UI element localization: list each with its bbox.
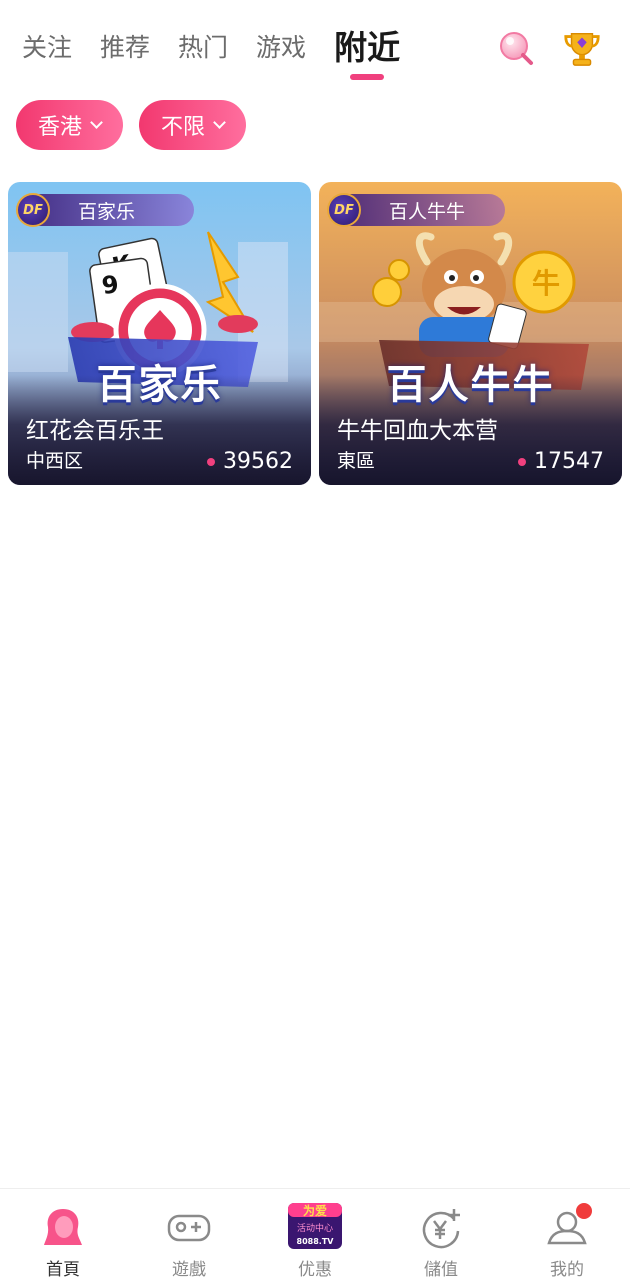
top-tab-bar: 关注 推荐 热门 游戏 附近 — [22, 22, 428, 80]
region-filter-chip[interactable]: 香港 — [16, 100, 124, 150]
promo-banner-sub: 活动中心 — [297, 1222, 333, 1234]
tab-hot[interactable]: 热门 — [178, 22, 228, 74]
nav-promo-label: 优惠 — [298, 1260, 332, 1280]
room-card[interactable]: K 9 百家乐 DF 百家乐 红花会百乐王 中西区 39562 — [8, 182, 311, 485]
room-name: 牛牛回血大本营 — [337, 418, 498, 444]
home-girl-icon — [40, 1205, 86, 1251]
room-card-grid: K 9 百家乐 DF 百家乐 红花会百乐王 中西区 39562 — [8, 182, 622, 485]
game-tag: DF 百家乐 — [16, 193, 194, 227]
game-tag-label: 百家乐 — [78, 200, 136, 223]
viewer-count: 39562 — [207, 449, 293, 474]
nav-games[interactable]: 遊戲 — [134, 1189, 244, 1280]
gamepad-icon — [166, 1205, 212, 1251]
viewer-count-value: 39562 — [223, 449, 293, 474]
live-dot-icon — [207, 457, 215, 466]
df-logo-icon: DF — [16, 193, 50, 227]
promo-banner-text: 为爱 — [303, 1203, 327, 1218]
limit-filter-label: 不限 — [161, 115, 206, 140]
nav-profile[interactable]: 我的 — [512, 1189, 622, 1280]
tab-games[interactable]: 游戏 — [256, 22, 306, 74]
live-dot-icon — [518, 457, 526, 466]
search-icon[interactable] — [496, 28, 536, 68]
promo-banner-icon: 为爱 活动中心 8088.TV — [286, 1199, 344, 1251]
trophy-icon[interactable] — [562, 28, 602, 68]
chevron-down-icon — [90, 116, 103, 129]
room-card[interactable]: 牛 百人牛牛 DF 百人牛牛 牛牛回血大本营 東區 17547 — [319, 182, 622, 485]
room-area: 東區 — [337, 450, 376, 472]
tab-follow[interactable]: 关注 — [22, 22, 72, 74]
nav-home-label: 首頁 — [46, 1260, 80, 1280]
limit-filter-chip[interactable]: 不限 — [139, 100, 247, 150]
active-tab-indicator — [350, 74, 385, 80]
tab-nearby-label: 附近 — [334, 28, 401, 67]
room-name: 红花会百乐王 — [26, 418, 164, 444]
top-icon-group — [496, 28, 602, 68]
nav-topup[interactable]: 儲值 — [386, 1189, 496, 1280]
nav-home[interactable]: 首頁 — [8, 1189, 118, 1280]
bottom-nav: 首頁 遊戲 为爱 活动中心 8088.TV 优惠 儲值 我的 — [0, 1188, 630, 1280]
card-art-title: 百人牛牛 — [386, 362, 555, 408]
nav-topup-label: 儲值 — [424, 1260, 458, 1280]
nav-games-label: 遊戲 — [172, 1260, 206, 1280]
region-filter-label: 香港 — [38, 115, 83, 140]
viewer-count: 17547 — [518, 449, 604, 474]
notification-dot — [576, 1203, 592, 1219]
game-tag-label: 百人牛牛 — [389, 200, 466, 223]
filter-bar: 香港 不限 — [16, 100, 247, 150]
viewer-count-value: 17547 — [534, 449, 604, 474]
df-logo-icon: DF — [327, 193, 361, 227]
svg-text:牛: 牛 — [532, 267, 560, 300]
chevron-down-icon — [213, 116, 226, 129]
nav-profile-label: 我的 — [550, 1260, 584, 1280]
game-tag: DF 百人牛牛 — [327, 193, 505, 227]
tab-recommend[interactable]: 推荐 — [100, 22, 150, 74]
card-art-title: 百家乐 — [96, 362, 223, 408]
room-area: 中西区 — [26, 450, 84, 472]
tab-nearby[interactable]: 附近 — [334, 22, 401, 80]
promo-banner-site: 8088.TV — [297, 1237, 335, 1246]
nav-promo[interactable]: 为爱 活动中心 8088.TV 优惠 — [260, 1189, 370, 1280]
yen-coin-icon — [418, 1205, 464, 1251]
